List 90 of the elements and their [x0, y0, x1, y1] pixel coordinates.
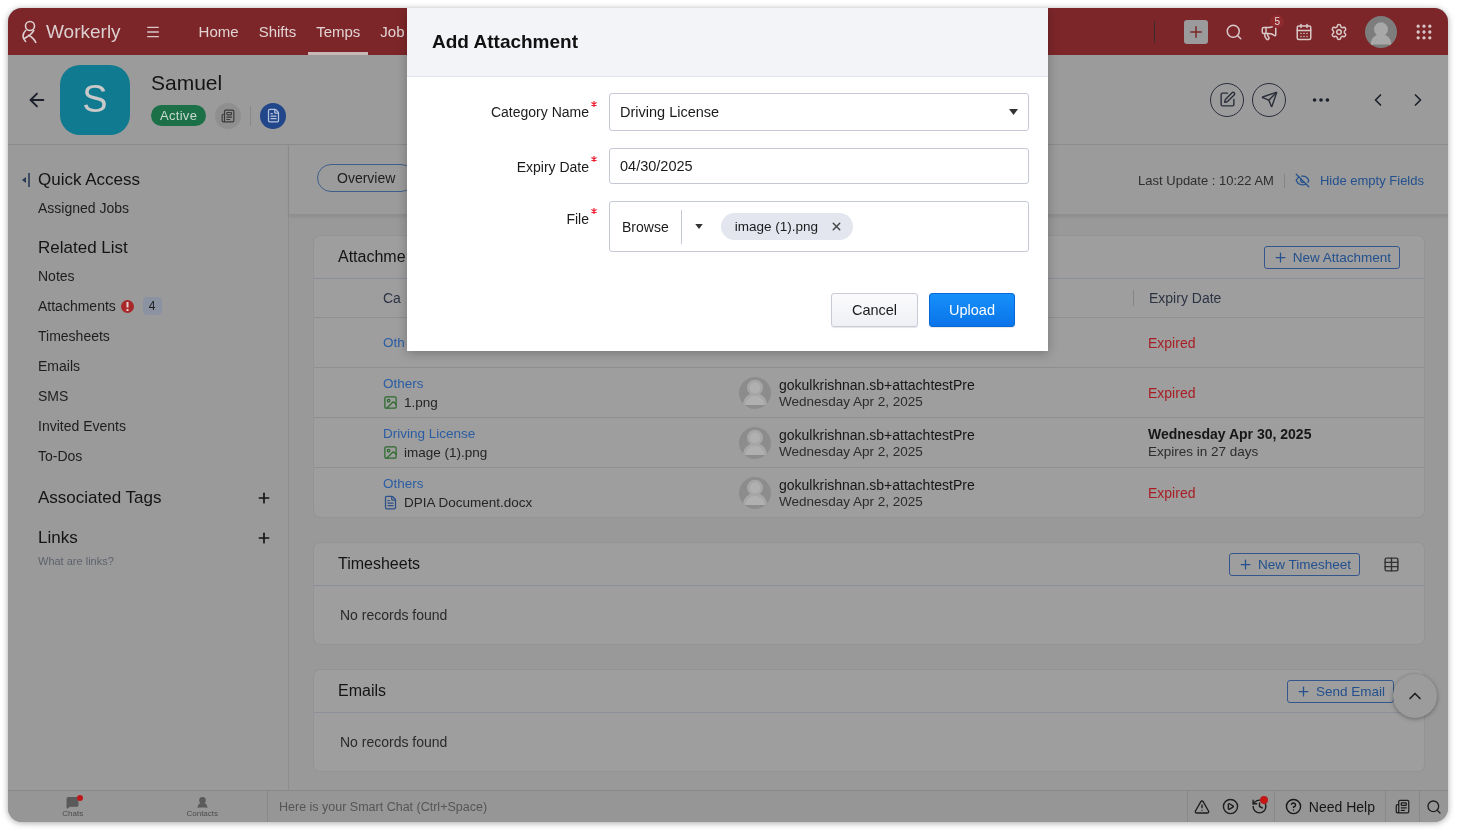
image-file-icon [383, 394, 398, 410]
settings-icon[interactable] [1330, 22, 1348, 41]
uploader-name: gokulkrishnan.sb+attachtestPre [779, 476, 975, 493]
profile-name: Samuel [151, 70, 224, 95]
caret-icon [1009, 109, 1018, 115]
required-icon [591, 156, 597, 162]
plus-icon [1237, 556, 1253, 572]
document-icon[interactable] [260, 102, 287, 129]
user-avatar[interactable] [1365, 15, 1397, 48]
bottom-app-button[interactable]: Chats [8, 791, 138, 822]
add-icon[interactable] [256, 530, 272, 546]
file-name[interactable]: 1.png [404, 394, 438, 410]
caret-icon[interactable] [694, 224, 703, 229]
field-label: Category Name [490, 93, 597, 120]
status-badge: Active [151, 105, 207, 126]
count-badge: 4 [142, 297, 162, 315]
field-label: Expiry Date [516, 148, 597, 175]
eye-off-icon[interactable] [1294, 173, 1310, 188]
uploader-avatar [739, 476, 771, 509]
collapse-icon[interactable] [22, 172, 30, 188]
section-title: Links [38, 528, 78, 548]
nav-tab[interactable]: Shifts [250, 8, 305, 55]
card-title: Attachme [338, 248, 406, 266]
empty-message: No records found [339, 733, 449, 752]
expiry-status: Expired [1148, 334, 1197, 351]
expiry-note: Expires in 27 days [1148, 444, 1260, 459]
hide-empty-fields-link[interactable]: Hide empty Fields [1319, 173, 1424, 188]
date-field[interactable]: 04/30/2025 [609, 148, 1029, 184]
bottom-app-button[interactable]: Contacts [137, 791, 267, 822]
uploader-name: gokulkrishnan.sb+attachtestPre [779, 376, 975, 393]
dialog-title: Add Attachment [432, 31, 579, 53]
uploader-avatar [739, 376, 771, 409]
document-file-icon [383, 494, 398, 510]
field-label: File [566, 201, 597, 227]
category-select[interactable]: Driving License [609, 93, 1029, 131]
calendar-icon[interactable] [1295, 22, 1313, 41]
uploader-name: gokulkrishnan.sb+attachtestPre [779, 426, 975, 443]
cancel-button[interactable]: Cancel [830, 293, 919, 327]
profile-avatar: S [60, 64, 130, 135]
sidebar-link[interactable]: To-Dos [38, 441, 272, 471]
remove-icon[interactable] [830, 220, 843, 233]
sidebar-link[interactable]: SMS [38, 381, 272, 411]
upload-date: Wednesday Apr 2, 2025 [779, 493, 924, 509]
column-header: Expiry Date [1149, 290, 1222, 306]
notification-badge: 5 [1270, 14, 1284, 28]
browse-button[interactable]: Browse [620, 209, 682, 244]
add-icon[interactable] [256, 490, 272, 506]
search-icon[interactable] [1225, 22, 1243, 41]
plus-icon [1295, 683, 1311, 699]
help-icon [1284, 798, 1302, 815]
logo-icon [20, 19, 40, 44]
file-chip: image (1).png [720, 213, 853, 240]
send-email-button[interactable]: Send Email [1286, 679, 1394, 703]
app-name: Workerly [46, 20, 121, 43]
image-file-icon [383, 444, 398, 460]
need-help-link[interactable]: Need Help [1273, 791, 1386, 822]
table-icon[interactable] [1383, 555, 1400, 573]
sidebar-link[interactable]: Assigned Jobs [38, 193, 272, 223]
new-timesheet-button[interactable]: New Timesheet [1228, 552, 1360, 576]
file-name[interactable]: image (1).png [404, 444, 488, 460]
sidebar-link[interactable]: Emails [38, 351, 272, 381]
card-title: Timesheets [338, 555, 421, 573]
sidebar-link[interactable]: Attachments 4 [38, 291, 272, 321]
expiry-status: Expired [1148, 384, 1197, 401]
sidebar-link[interactable]: Timesheets [38, 321, 272, 351]
required-icon [591, 101, 597, 107]
section-title: Related List [38, 238, 128, 258]
uploader-avatar [739, 426, 771, 459]
file-name[interactable]: DPIA Document.docx [404, 494, 533, 510]
last-update-text: Last Update : 10:22 AM [1138, 173, 1274, 188]
column-header: Ca [383, 290, 402, 306]
sidebar-link[interactable]: Invited Events [38, 411, 272, 441]
upload-button[interactable]: Upload [929, 293, 1015, 327]
person-icon [195, 795, 209, 809]
sidebar-link[interactable]: Notes [38, 261, 272, 291]
card-title: Emails [338, 682, 386, 700]
card-icon[interactable] [215, 102, 242, 129]
expiry-status: Wednesday Apr 30, 2025 [1148, 426, 1313, 442]
chat-bubble-icon [66, 795, 80, 809]
required-icon [591, 208, 597, 214]
empty-message: No records found [339, 606, 449, 625]
section-title: Associated Tags [38, 488, 162, 508]
upload-date: Wednesday Apr 2, 2025 [779, 393, 924, 409]
nav-tab[interactable]: Home [190, 8, 247, 55]
add-icon[interactable] [1184, 19, 1208, 44]
plus-icon [1272, 249, 1288, 265]
upload-date: Wednesday Apr 2, 2025 [779, 443, 924, 459]
new-attachment-button[interactable]: New Attachment [1263, 245, 1400, 269]
section-title: Quick Access [38, 170, 141, 190]
expiry-status: Expired [1148, 484, 1197, 501]
